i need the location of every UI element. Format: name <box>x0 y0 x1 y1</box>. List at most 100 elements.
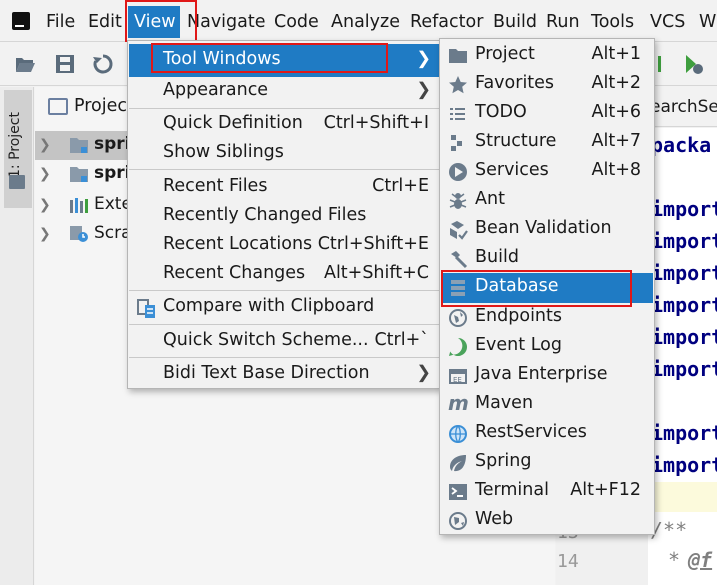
menu-item-show-siblings[interactable]: Show Siblings <box>129 139 439 168</box>
scratches-icon <box>69 225 89 243</box>
build-run-icon[interactable] <box>656 53 678 75</box>
folder-icon <box>9 175 25 189</box>
menu-refactor[interactable]: Refactor <box>410 10 483 34</box>
menu-item-label: Project <box>475 44 535 64</box>
menu-run[interactable]: Run <box>546 10 580 34</box>
menu-item-compare-with-clipboard[interactable]: Compare with Clipboard <box>129 293 439 322</box>
menu-item-project[interactable]: Project Alt+1 <box>441 41 653 70</box>
menu-navigate[interactable]: Navigate <box>187 10 266 34</box>
menu-item-rest-services[interactable]: RestServices <box>441 419 653 448</box>
tree-row[interactable]: ❯ spri <box>35 131 135 160</box>
view-menu: Tool Windows ❯ Appearance ❯ Quick Defini… <box>127 40 441 389</box>
menu-item-shortcut: Alt+7 <box>591 131 642 151</box>
menu-separator <box>129 169 439 170</box>
menu-item-tool-windows[interactable]: Tool Windows ❯ <box>129 44 439 77</box>
menu-vcs[interactable]: VCS <box>650 10 685 34</box>
menu-item-label: Java Enterprise <box>475 364 608 384</box>
menu-window[interactable]: Wi <box>699 10 717 34</box>
save-icon[interactable] <box>54 53 76 75</box>
chevron-right-icon[interactable]: ❯ <box>39 166 51 182</box>
tree-label: Scra <box>94 223 132 243</box>
menu-item-label: Compare with Clipboard <box>163 296 375 316</box>
menu-item-label: Spring <box>475 451 532 471</box>
code-line: import <box>651 453 717 477</box>
doc-comment-star: * <box>668 548 681 572</box>
menu-file[interactable]: File <box>46 10 75 34</box>
menu-item-web[interactable]: Web <box>441 506 653 535</box>
menu-item-label: Database <box>475 276 559 296</box>
menu-code[interactable]: Code <box>274 10 319 34</box>
menu-item-ant[interactable]: Ant <box>441 186 653 215</box>
terminal-icon <box>448 482 468 502</box>
spring-leaf-icon <box>448 453 468 473</box>
menu-item-shortcut: Alt+8 <box>591 160 642 180</box>
project-panel-title[interactable]: Project <box>74 96 134 116</box>
menu-item-endpoints[interactable]: Endpoints <box>441 303 653 332</box>
menu-separator <box>129 324 439 325</box>
menu-item-shortcut: Alt+1 <box>591 44 642 64</box>
menu-tools[interactable]: Tools <box>591 10 634 34</box>
code-line: import <box>651 229 717 253</box>
side-tab-project[interactable]: 1: Project <box>4 90 32 208</box>
tree-row[interactable]: ❯ Scra <box>35 220 135 249</box>
tree-label: spri <box>94 134 131 154</box>
menu-item-database[interactable]: Database <box>441 273 653 303</box>
intellij-logo-icon <box>9 9 33 33</box>
todo-list-icon <box>448 104 468 124</box>
code-line: import <box>651 261 717 285</box>
menu-separator <box>129 108 439 109</box>
structure-icon <box>448 133 468 153</box>
menu-item-favorites[interactable]: Favorites Alt+2 <box>441 70 653 99</box>
menu-item-label: TODO <box>475 102 527 122</box>
menu-item-recent-changes[interactable]: Recent Changes Alt+Shift+C <box>129 260 439 289</box>
menu-item-recent-locations[interactable]: Recent Locations Ctrl+Shift+E <box>129 231 439 260</box>
code-line: import <box>651 325 717 349</box>
menu-item-quick-definition[interactable]: Quick Definition Ctrl+Shift+I <box>129 110 439 139</box>
menu-item-recently-changed-files[interactable]: Recently Changed Files <box>129 202 439 231</box>
star-icon <box>448 75 468 95</box>
menu-item-appearance[interactable]: Appearance ❯ <box>129 77 439 106</box>
menu-item-event-log[interactable]: Event Log <box>441 332 653 361</box>
database-icon <box>448 278 468 298</box>
menu-item-quick-switch-scheme[interactable]: Quick Switch Scheme... Ctrl+` <box>129 327 439 356</box>
menu-item-bidi-text-base-direction[interactable]: Bidi Text Base Direction ❯ <box>129 360 439 389</box>
menu-item-maven[interactable]: m Maven <box>441 390 653 419</box>
menu-item-terminal[interactable]: Terminal Alt+F12 <box>441 477 653 506</box>
menu-item-spring[interactable]: Spring <box>441 448 653 477</box>
menu-item-java-enterprise[interactable]: EE Java Enterprise <box>441 361 653 390</box>
chevron-right-icon[interactable]: ❯ <box>39 197 51 213</box>
menu-item-build[interactable]: Build <box>441 244 653 273</box>
menu-view[interactable]: View <box>128 6 180 38</box>
menu-item-label: Ant <box>475 189 505 209</box>
menu-item-label: Recent Locations <box>163 234 313 254</box>
menu-item-recent-files[interactable]: Recent Files Ctrl+E <box>129 173 439 202</box>
menu-item-todo[interactable]: TODO Alt+6 <box>441 99 653 128</box>
menu-item-label: Event Log <box>475 335 562 355</box>
menu-build[interactable]: Build <box>493 10 537 34</box>
menu-item-label: Services <box>475 160 549 180</box>
menu-item-label: Show Siblings <box>163 142 284 162</box>
menu-item-services[interactable]: Services Alt+8 <box>441 157 653 186</box>
menu-item-label: Bean Validation <box>475 218 612 238</box>
side-tab-project-label: 1: Project <box>7 112 23 178</box>
open-folder-icon[interactable] <box>14 53 36 75</box>
menu-edit[interactable]: Edit <box>88 10 122 34</box>
tree-row[interactable]: ❯ spri <box>35 160 135 189</box>
maven-m-icon: m <box>448 391 469 415</box>
menu-item-bean-validation[interactable]: Bean Validation <box>441 215 653 244</box>
tree-row[interactable]: ❯ Exte <box>35 191 135 220</box>
menu-item-shortcut: Alt+2 <box>591 73 642 93</box>
run-config-icon[interactable] <box>682 53 704 75</box>
rest-services-icon <box>448 424 468 444</box>
menu-separator <box>129 290 439 291</box>
menu-item-shortcut: Ctrl+E <box>372 176 429 196</box>
line-number: 14 <box>557 551 579 572</box>
editor-tab[interactable]: earchSe <box>650 97 717 117</box>
menu-item-structure[interactable]: Structure Alt+7 <box>441 128 653 157</box>
chevron-right-icon[interactable]: ❯ <box>39 226 51 242</box>
sync-icon[interactable] <box>92 53 114 75</box>
globe-icon <box>448 308 468 328</box>
module-folder-icon <box>69 136 89 154</box>
menu-analyze[interactable]: Analyze <box>331 10 400 34</box>
chevron-right-icon[interactable]: ❯ <box>39 137 51 153</box>
